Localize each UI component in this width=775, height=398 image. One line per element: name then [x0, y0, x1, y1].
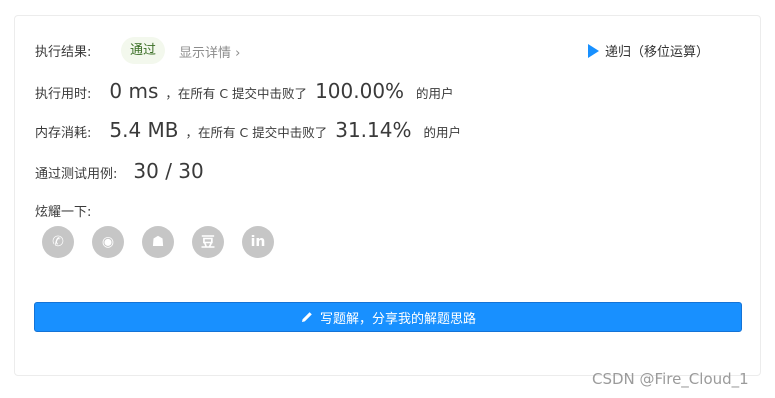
- memory-row: 内存消耗: 5.4 MB ，在所有 C 提交中击败了 31.14% 的用户: [35, 118, 461, 142]
- share-icons: ✆ ◉ ☗ 豆 in: [42, 226, 292, 258]
- recursion-link-label: 递归（移位运算）: [605, 45, 710, 60]
- tests-row: 通过测试用例: 30 / 30: [35, 159, 204, 183]
- result-row: 执行结果:: [35, 41, 91, 60]
- runtime-beat-text: ，在所有 C 提交中击败了: [165, 86, 308, 101]
- runtime-percent: 100.00%: [315, 79, 405, 103]
- memory-label: 内存消耗:: [35, 126, 92, 141]
- runtime-value: 0 ms: [109, 79, 159, 103]
- memory-percent: 31.14%: [335, 118, 412, 142]
- tests-value: 30 / 30: [133, 159, 204, 183]
- runtime-row: 执行用时: 0 ms ，在所有 C 提交中击败了 100.00% 的用户: [35, 79, 454, 103]
- memory-beat-text: ，在所有 C 提交中击败了: [185, 125, 328, 140]
- wechat-icon[interactable]: ✆: [42, 226, 74, 258]
- tests-label: 通过测试用例:: [35, 167, 118, 182]
- solution-recursion-link[interactable]: 递归（移位运算）: [588, 41, 709, 60]
- memory-suffix: 的用户: [423, 125, 461, 140]
- linkedin-icon[interactable]: in: [242, 226, 274, 258]
- result-label: 执行结果:: [35, 45, 92, 60]
- pencil-icon: [301, 312, 312, 322]
- play-icon: [588, 43, 599, 58]
- runtime-suffix: 的用户: [416, 86, 454, 101]
- share-label: 炫耀一下:: [35, 205, 92, 220]
- watermark-text: CSDN @Fire_Cloud_1: [592, 370, 749, 388]
- douban-icon[interactable]: 豆: [192, 226, 224, 258]
- weibo-icon[interactable]: ◉: [92, 226, 124, 258]
- submission-result-card: 执行结果: 通过 显示详情 › 递归（移位运算） 执行用时: 0 ms ，在所有…: [14, 15, 761, 376]
- write-solution-button[interactable]: 写题解，分享我的解题思路: [34, 302, 742, 332]
- write-solution-label: 写题解，分享我的解题思路: [319, 311, 476, 327]
- show-details-link[interactable]: 显示详情 ›: [179, 42, 240, 61]
- qq-icon[interactable]: ☗: [142, 226, 174, 258]
- status-badge: 通过: [121, 37, 166, 64]
- memory-value: 5.4 MB: [109, 118, 179, 142]
- runtime-label: 执行用时:: [35, 87, 92, 102]
